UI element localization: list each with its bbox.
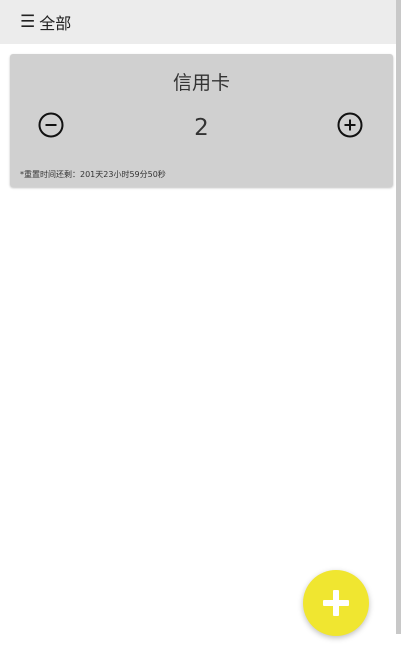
counter-value: 2 xyxy=(194,115,209,141)
plus-circle-icon xyxy=(337,112,363,138)
top-bar: ☰ 全部 xyxy=(0,0,396,44)
increment-button[interactable] xyxy=(337,112,363,138)
reset-countdown: *重置时间还剩：201天23小时59分50秒 xyxy=(20,170,166,179)
add-counter-button[interactable] xyxy=(303,570,369,636)
category-label: 全部 xyxy=(39,14,72,33)
plus-icon xyxy=(323,590,349,616)
counter-title: 信用卡 xyxy=(172,72,230,94)
menu-icon: ☰ xyxy=(20,11,36,32)
scrollbar[interactable] xyxy=(396,0,401,634)
app-screen: ☰ 全部 信用卡 2 *重置时间还剩：201天23小时59分50秒 xyxy=(0,0,401,660)
category-menu-button[interactable]: ☰ 全部 xyxy=(20,10,71,34)
counter-card[interactable]: 信用卡 2 *重置时间还剩：201天23小时59分50秒 xyxy=(10,54,393,187)
